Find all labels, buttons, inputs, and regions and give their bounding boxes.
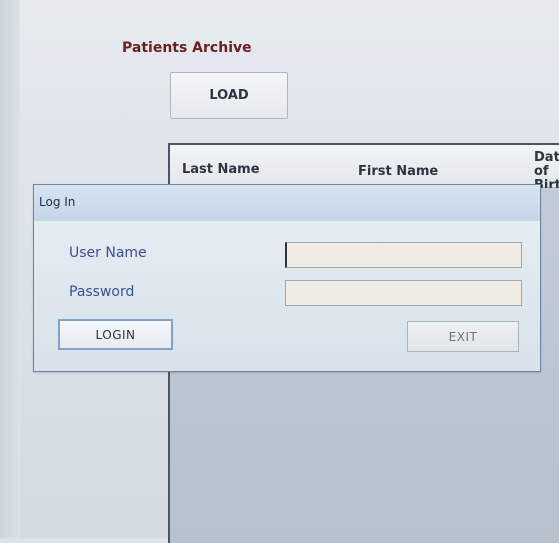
exit-button[interactable]: EXIT	[407, 321, 519, 352]
login-dialog: Log In User Name Password LOGIN EXIT	[33, 184, 541, 372]
window-edge	[0, 0, 20, 538]
password-label: Password	[69, 284, 135, 300]
login-button[interactable]: LOGIN	[58, 319, 173, 350]
page-title: Patients Archive	[122, 40, 252, 56]
table-header: Last Name First Name Date of Birth	[170, 145, 559, 193]
column-header-first-name[interactable]: First Name	[358, 165, 438, 179]
load-button[interactable]: LOAD	[170, 72, 288, 119]
username-input[interactable]	[285, 242, 522, 268]
password-input[interactable]	[285, 280, 522, 306]
dialog-title: Log In	[39, 195, 76, 209]
username-label: User Name	[69, 245, 147, 261]
column-header-last-name[interactable]: Last Name	[182, 163, 260, 177]
dialog-titlebar[interactable]: Log In	[34, 185, 540, 222]
dialog-body: User Name Password LOGIN EXIT	[34, 221, 540, 371]
